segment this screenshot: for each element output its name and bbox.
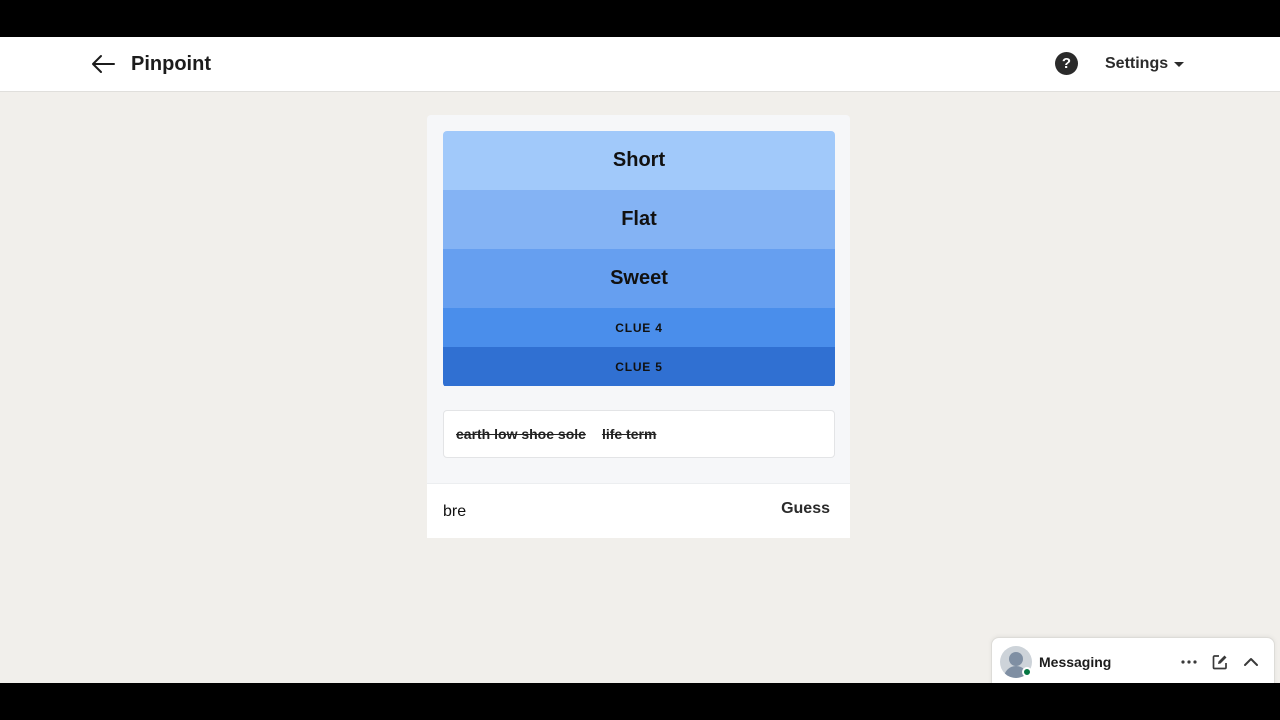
top-letterbox <box>0 0 1280 37</box>
guess-input-row: Guess <box>427 483 850 538</box>
back-button[interactable] <box>88 51 118 77</box>
compose-icon <box>1212 655 1227 670</box>
clue-1: Short <box>443 131 835 190</box>
expand-messaging-button[interactable] <box>1240 651 1262 673</box>
online-status-dot <box>1022 667 1032 677</box>
guess-input[interactable] <box>443 500 743 524</box>
question-icon: ? <box>1061 55 1072 72</box>
compose-message-button[interactable] <box>1209 651 1231 673</box>
bottom-letterbox <box>0 683 1280 720</box>
top-header: Pinpoint ? Settings <box>0 37 1280 92</box>
ellipsis-icon <box>1181 660 1197 664</box>
avatar-head-shape <box>1009 652 1023 666</box>
clue-3-label: Sweet <box>610 267 668 289</box>
arrow-left-icon <box>92 55 115 73</box>
app-window: Pinpoint ? Settings Short Flat Sweet CLU… <box>0 37 1280 683</box>
wrong-guess-1: earth low shoe sole <box>456 426 586 442</box>
page-title: Pinpoint <box>131 53 211 75</box>
clue-stack: Short Flat Sweet CLUE 4 CLUE 5 <box>443 131 835 387</box>
clue-5: CLUE 5 <box>443 347 835 386</box>
wrong-guess-2: life term <box>601 426 657 442</box>
clue-4: CLUE 4 <box>443 308 835 347</box>
clue-3: Sweet <box>443 249 835 308</box>
settings-label: Settings <box>1105 55 1169 72</box>
clue-1-label: Short <box>612 149 666 171</box>
clue-4-label: CLUE 4 <box>615 320 663 335</box>
caret-down-icon <box>1174 61 1185 67</box>
messaging-label: Messaging <box>1039 654 1112 670</box>
more-options-button[interactable] <box>1178 651 1200 673</box>
guess-button[interactable]: Guess <box>781 500 830 518</box>
clue-2-label: Flat <box>621 208 657 230</box>
previous-guesses: earth low shoe sole life term <box>443 410 835 458</box>
help-button[interactable]: ? <box>1055 52 1078 75</box>
clue-5-label: CLUE 5 <box>615 359 663 374</box>
settings-dropdown[interactable]: Settings <box>1105 53 1185 75</box>
messaging-panel[interactable]: Messaging <box>991 637 1275 683</box>
chevron-up-icon <box>1244 658 1258 666</box>
game-card: Short Flat Sweet CLUE 4 CLUE 5 earth low… <box>427 115 850 538</box>
clue-2: Flat <box>443 190 835 249</box>
